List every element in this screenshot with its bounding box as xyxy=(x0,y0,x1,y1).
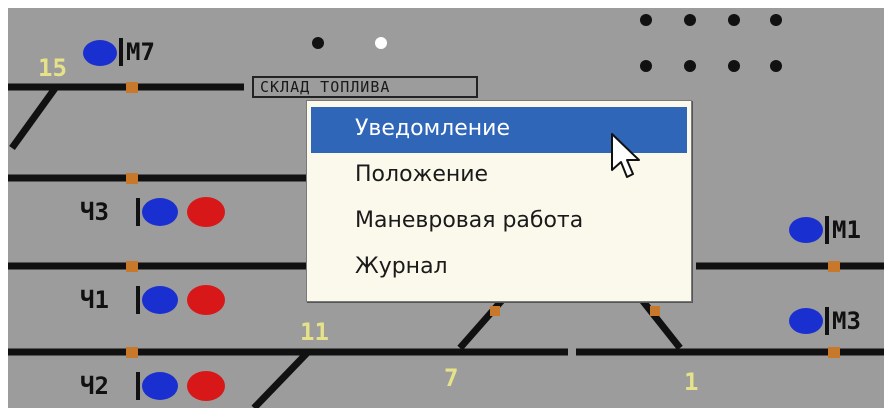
switch-7-branch xyxy=(457,295,507,351)
indicator-dots xyxy=(312,14,782,72)
signal-ch1[interactable] xyxy=(136,285,225,315)
indicator-dot xyxy=(684,60,696,72)
signal-ch3[interactable] xyxy=(136,197,225,227)
joint xyxy=(126,347,138,358)
indicator-dot xyxy=(684,14,696,26)
signal-lamp-red xyxy=(187,285,225,315)
menu-item-journal[interactable]: Журнал xyxy=(307,245,691,291)
signal-lamp-blue xyxy=(789,308,823,334)
signal-label-ch2: Ч2 xyxy=(80,372,109,400)
switch-11-branch xyxy=(251,349,311,408)
mouse-pointer-icon xyxy=(611,133,640,178)
signal-lamp-blue xyxy=(789,217,823,243)
signal-m1[interactable] xyxy=(789,216,829,244)
signal-mast xyxy=(825,216,829,244)
indicator-dot xyxy=(770,60,782,72)
signal-label-ch3: Ч3 xyxy=(80,198,109,226)
signal-label-m1: M1 xyxy=(832,216,861,244)
signal-lamp-red xyxy=(187,197,225,227)
menu-item-shunting-work[interactable]: Маневровая работа xyxy=(307,199,691,245)
signal-label-m3: M3 xyxy=(832,307,861,335)
signal-ch2[interactable] xyxy=(136,371,225,401)
joint xyxy=(650,306,660,316)
signal-mast xyxy=(136,198,140,226)
switch-number-15: 15 xyxy=(38,54,67,82)
signal-lamp-blue xyxy=(142,372,178,400)
joint xyxy=(126,82,138,93)
indicator-dot xyxy=(375,37,387,49)
signal-label-m7: M7 xyxy=(126,38,155,66)
switch-15-branch xyxy=(9,84,59,151)
signal-mast xyxy=(119,38,123,66)
joint xyxy=(828,261,840,272)
indicator-dot xyxy=(770,14,782,26)
indicator-dot xyxy=(728,60,740,72)
joint xyxy=(828,347,840,358)
switch-number-11: 11 xyxy=(300,318,329,346)
switch-1-branch xyxy=(639,297,683,351)
signal-lamp-blue xyxy=(142,286,178,314)
signal-lamp-blue xyxy=(83,40,117,66)
signal-mast xyxy=(825,307,829,335)
joint xyxy=(126,173,138,184)
signal-lamp-blue xyxy=(142,198,178,226)
station-scheme-panel: 15 11 7 1 M7 Ч3 Ч1 Ч2 M1 M3 СКЛАД ТОПЛИВ… xyxy=(8,8,884,408)
indicator-dot xyxy=(640,60,652,72)
signal-label-ch1: Ч1 xyxy=(80,286,109,314)
indicator-dot xyxy=(640,14,652,26)
indicator-dot xyxy=(728,14,740,26)
switch-number-7: 7 xyxy=(444,364,459,392)
signal-mast xyxy=(136,372,140,400)
signal-m7[interactable] xyxy=(83,38,123,66)
context-menu: Уведомление Положение Маневровая работа … xyxy=(306,100,692,302)
joint xyxy=(126,261,138,272)
signal-lamp-red xyxy=(187,371,225,401)
signal-m3[interactable] xyxy=(789,307,829,335)
fuel-storage-label: СКЛАД ТОПЛИВА xyxy=(252,76,478,98)
signal-mast xyxy=(136,286,140,314)
indicator-dot xyxy=(312,37,324,49)
switch-number-1: 1 xyxy=(684,368,699,396)
joint xyxy=(490,306,500,316)
